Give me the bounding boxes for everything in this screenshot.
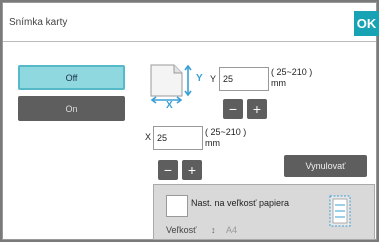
x-range-label: ( 25~210 ) mm bbox=[205, 127, 246, 149]
x-range-text: ( 25~210 ) bbox=[205, 127, 247, 137]
ok-button[interactable]: OK bbox=[354, 11, 379, 36]
paper-size-panel: Nast. na veľkosť papiera Veľkosť ↕ A4 bbox=[153, 184, 375, 240]
y-range-label: ( 25~210 ) mm bbox=[271, 67, 312, 89]
x-stepper: − + bbox=[158, 160, 203, 180]
x-label: X bbox=[145, 132, 152, 142]
x-unit-text: mm bbox=[205, 138, 220, 148]
y-stepper: − + bbox=[223, 99, 268, 119]
y-unit-text: mm bbox=[271, 78, 286, 88]
on-button[interactable]: On bbox=[18, 96, 125, 121]
icon-y-axis-label: Y bbox=[196, 73, 203, 84]
y-value-input[interactable]: 25 bbox=[219, 67, 269, 91]
dialog-title: Snímka karty bbox=[9, 17, 68, 28]
x-value-input[interactable]: 25 bbox=[153, 126, 203, 150]
y-plus-button[interactable]: + bbox=[247, 99, 267, 119]
x-plus-button[interactable]: + bbox=[182, 160, 202, 180]
size-label: Veľkosť bbox=[166, 225, 197, 235]
reset-button[interactable]: Vynulovať bbox=[284, 155, 367, 177]
fit-to-paper-checkbox[interactable] bbox=[166, 195, 188, 217]
paper-tray-icon bbox=[329, 195, 351, 227]
size-value[interactable]: A4 bbox=[226, 225, 237, 235]
x-minus-button[interactable]: − bbox=[158, 160, 178, 180]
y-minus-button[interactable]: − bbox=[223, 99, 243, 119]
title-separator bbox=[3, 41, 376, 42]
size-selector-arrow-icon[interactable]: ↕ bbox=[211, 225, 216, 235]
off-button[interactable]: Off bbox=[18, 65, 125, 90]
y-label: Y bbox=[210, 74, 217, 84]
y-range-text: ( 25~210 ) bbox=[271, 67, 313, 77]
paper-dimension-icon bbox=[150, 64, 192, 104]
icon-x-axis-label: X bbox=[166, 100, 173, 111]
fit-to-paper-label: Nast. na veľkosť papiera bbox=[191, 198, 290, 208]
card-shot-dialog: Snímka karty OK Off On Y X Y 25 ( 25~210… bbox=[2, 2, 379, 240]
